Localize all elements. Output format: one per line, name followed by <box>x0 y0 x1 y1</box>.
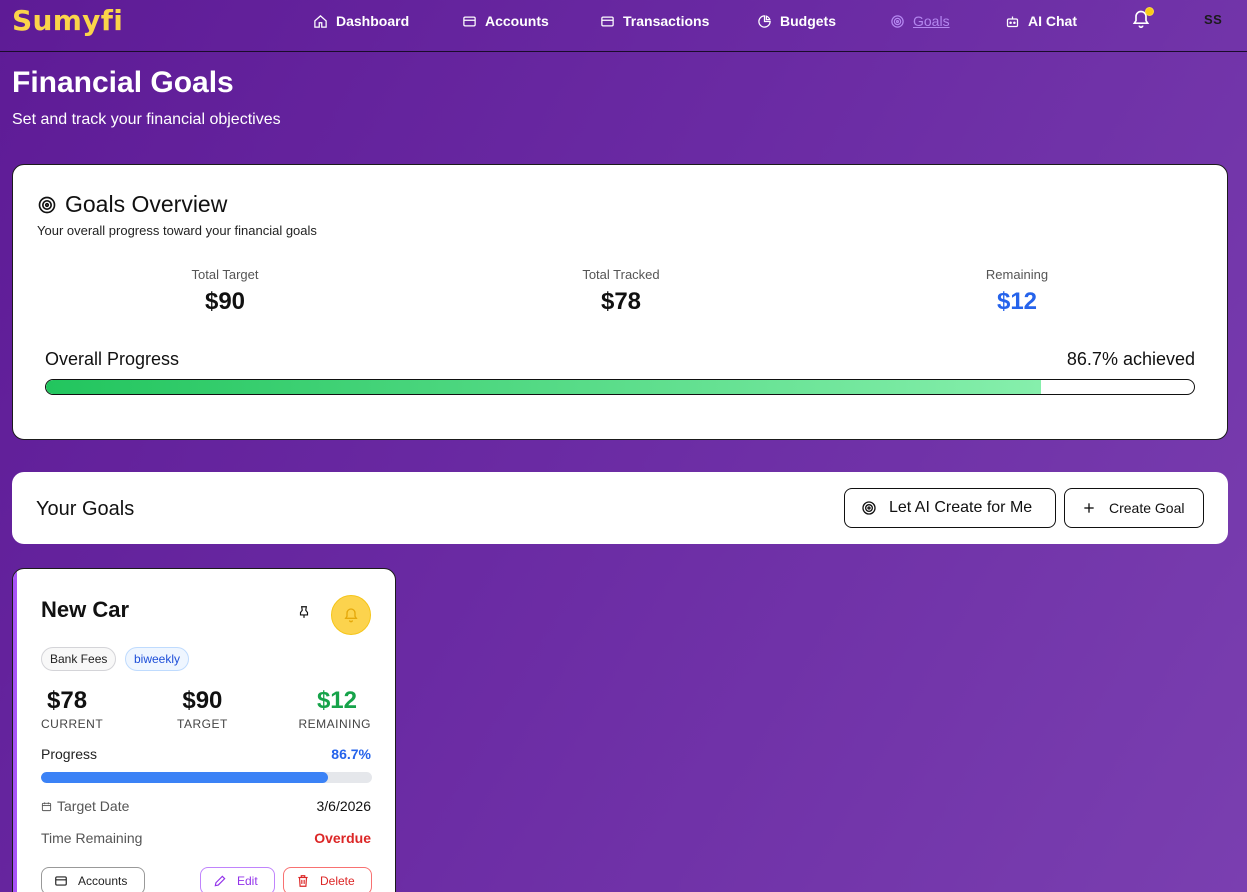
delete-goal-label: Delete <box>320 874 355 888</box>
frequency-chip: biweekly <box>125 647 190 671</box>
time-remaining-label: Time Remaining <box>41 830 143 846</box>
page-subtitle: Set and track your financial objectives <box>12 111 281 128</box>
plus-icon <box>1084 503 1094 513</box>
current-amount-label: CURRENT <box>41 717 104 731</box>
nav-budgets[interactable]: Budgets <box>757 11 836 31</box>
your-goals-header: Your Goals Let AI Create for Me Create G… <box>12 472 1228 544</box>
overview-description: Your overall progress toward your financ… <box>37 223 317 238</box>
category-chip: Bank Fees <box>41 647 117 671</box>
overall-progress-fill <box>46 380 1042 394</box>
remaining-stat: Remaining $12 <box>867 267 1167 316</box>
card-icon <box>463 16 476 26</box>
card-icon <box>601 16 614 26</box>
nav-dashboard[interactable]: Dashboard <box>313 11 409 31</box>
target-date-value: 3/6/2026 <box>316 798 372 814</box>
bot-icon <box>1006 16 1019 27</box>
top-navigation-bar: Sumyfi Dashboard Accounts Transactions B… <box>0 0 1247 52</box>
total-target-value: $90 <box>204 288 246 315</box>
remaining-label: Remaining <box>985 267 1049 282</box>
ai-create-goal-button[interactable]: Let AI Create for Me <box>844 488 1056 528</box>
current-amount-value: $78 <box>47 687 88 714</box>
goal-progress-percent: 86.7% <box>331 746 371 762</box>
remaining-amount-value: $12 <box>316 687 357 714</box>
nav-ai-chat[interactable]: AI Chat <box>1005 11 1077 31</box>
remaining-value: $12 <box>996 288 1038 315</box>
reminder-button[interactable] <box>331 595 371 635</box>
goal-progress-bar <box>41 772 372 783</box>
target-date-label: Target Date <box>57 798 130 814</box>
goal-name: New Car <box>41 597 130 622</box>
nav-accounts-label: Accounts <box>485 13 549 29</box>
pencil-icon <box>214 875 226 887</box>
target-amount-label: TARGET <box>177 717 228 731</box>
your-goals-title: Your Goals <box>36 498 135 520</box>
goal-progress-fill <box>41 772 328 783</box>
delete-goal-button[interactable]: Delete <box>283 867 372 892</box>
edit-goal-button[interactable]: Edit <box>200 867 275 892</box>
target-icon <box>38 196 56 213</box>
goal-accounts-button[interactable]: Accounts <box>41 867 145 892</box>
notifications-button[interactable] <box>1131 7 1154 31</box>
nav-dashboard-label: Dashboard <box>336 13 410 29</box>
overview-header: Goals Overview <box>37 191 227 218</box>
total-tracked-value: $78 <box>600 288 642 315</box>
home-icon <box>314 14 327 28</box>
total-tracked-stat: Total Tracked $78 <box>471 267 771 316</box>
overall-progress-bar <box>45 379 1195 395</box>
total-target-label: Total Target <box>191 267 259 282</box>
nav-transactions-label: Transactions <box>623 13 710 29</box>
edit-goal-label: Edit <box>237 874 258 888</box>
current-amount: $78 CURRENT <box>41 687 103 731</box>
target-icon <box>862 501 876 515</box>
remaining-amount-label: REMAINING <box>298 717 371 731</box>
goal-card-accent <box>13 569 17 892</box>
goal-accounts-label: Accounts <box>78 874 128 888</box>
user-avatar[interactable]: SS <box>1204 12 1222 27</box>
nav-ai-chat-label: AI Chat <box>1028 13 1077 29</box>
goals-overview-card: Goals Overview Your overall progress tow… <box>12 164 1228 440</box>
nav-accounts[interactable]: Accounts <box>462 11 549 31</box>
nav-goals-label: Goals <box>913 13 950 29</box>
target-date-row: Target Date <box>41 798 129 814</box>
calendar-icon <box>41 799 53 812</box>
app-logo[interactable]: Sumyfi <box>12 4 123 37</box>
bell-icon <box>344 608 358 623</box>
nav-transactions[interactable]: Transactions <box>600 11 709 31</box>
goal-progress-label: Progress <box>41 746 98 762</box>
target-amount: $90 TARGET <box>177 687 228 731</box>
target-amount-value: $90 <box>182 687 223 714</box>
total-target-stat: Total Target $90 <box>75 267 375 316</box>
create-goal-label: Create Goal <box>1109 500 1185 516</box>
nav-budgets-label: Budgets <box>780 13 836 29</box>
time-remaining-value: Overdue <box>314 830 371 846</box>
remaining-amount: $12 REMAINING <box>298 687 371 731</box>
target-icon <box>891 14 904 28</box>
pin-icon <box>299 606 309 618</box>
overall-progress-percent: 86.7% achieved <box>1066 349 1195 369</box>
trash-icon <box>298 875 308 887</box>
overall-progress-label: Overall Progress <box>45 349 180 369</box>
pin-button[interactable] <box>297 605 313 621</box>
create-goal-button[interactable]: Create Goal <box>1064 488 1204 528</box>
page-title: Financial Goals <box>12 66 234 99</box>
ai-create-goal-label: Let AI Create for Me <box>889 499 1033 516</box>
notification-dot <box>1145 7 1154 16</box>
overview-title: Goals Overview <box>65 191 228 217</box>
goal-card: New Car Bank Fees biweekly $78 CURRENT $… <box>12 568 396 892</box>
card-icon <box>55 876 67 886</box>
pie-chart-icon <box>758 14 771 28</box>
total-tracked-label: Total Tracked <box>582 267 660 282</box>
nav-goals[interactable]: Goals <box>890 11 950 31</box>
